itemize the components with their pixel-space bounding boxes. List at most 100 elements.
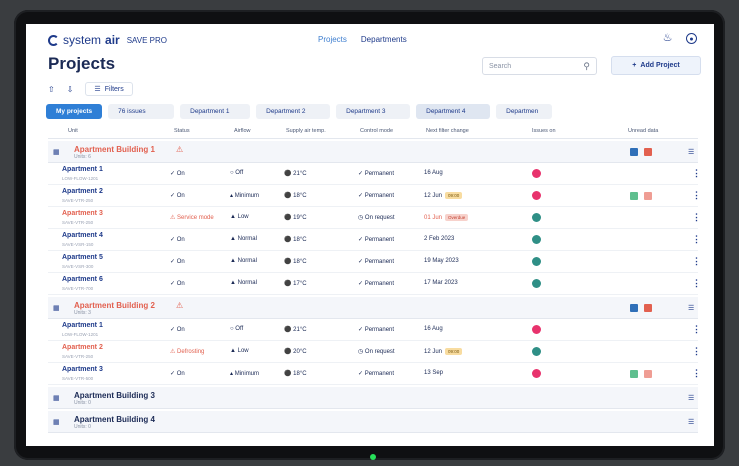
table-row[interactable]: Apartment 6 SAVE-VTR-700 ✓ On ▲ Normal ⚫… [48,273,701,295]
issue-dot[interactable] [532,325,541,334]
issue-dot[interactable] [532,235,541,244]
user-avatar-icon[interactable]: ● [686,33,697,44]
unit-model: LOW-FLOW-1201 [62,176,99,181]
unit-name[interactable]: Apartment 3 [62,210,103,217]
export-icon[interactable]: ⇧ [48,85,55,94]
issue-dot[interactable] [532,191,541,200]
col-status[interactable]: Status [174,128,190,134]
airflow-cell: ○ Off [230,170,244,176]
unit-name[interactable]: Apartment 2 [62,344,103,351]
row-menu-icon[interactable]: ⋮ [692,168,701,179]
temp-text: 20°C [293,349,307,355]
bell-icon[interactable]: ♨ [662,33,673,44]
airflow-text: Minimum [234,193,260,199]
unit-name[interactable]: Apartment 6 [62,276,103,283]
table-row[interactable]: Apartment 2 SAVE-VTR-250 ⚠ Defrosting ▲ … [48,341,701,363]
brand-name: air [105,33,120,47]
group-row[interactable]: ▦ Apartment Building 4 Units: 0 ☰ [48,411,698,433]
row-menu-icon[interactable]: ⋮ [692,346,701,357]
tab-department-1[interactable]: Department 1 [180,104,251,119]
row-menu-icon[interactable]: ⋮ [692,368,701,379]
mode-text: Permanent [364,237,395,243]
issue-dot[interactable] [532,169,541,178]
airflow-cell: ▲ Low [230,214,249,220]
tab-department-4[interactable]: Department 4 [416,104,491,119]
airflow-cell: ▴ Minimum [230,371,260,377]
tab-department-3[interactable]: Department 3 [336,104,411,119]
row-menu-icon[interactable]: ⋮ [692,278,701,289]
unit-model: SAVE-VSR-150 [62,242,94,247]
mode-cell: ✓ Permanent [358,259,395,265]
table-row[interactable]: Apartment 4 SAVE-VSR-150 ✓ On ▲ Normal ⚫… [48,229,701,251]
unit-name[interactable]: Apartment 5 [62,254,103,261]
airflow-text: Low [237,214,249,220]
row-menu-icon[interactable]: ⋮ [692,324,701,335]
group-menu-icon[interactable]: ☰ [688,304,694,312]
nav-departments[interactable]: Departments [361,35,407,44]
table-row[interactable]: Apartment 2 SAVE-VTR-250 ✓ On ▴ Minimum … [48,185,701,207]
col-issues[interactable]: Issues on [532,128,556,134]
row-menu-icon[interactable]: ⋮ [692,234,701,245]
filter-icon: ☰ [94,86,101,93]
col-supply-temp[interactable]: Supply air temp. [286,128,326,134]
unread-green-icon [630,192,638,200]
add-project-button[interactable]: + Add Project [611,56,701,75]
temp-text: 19°C [293,215,307,221]
filter-cell: 2 Feb 2023 [424,236,454,242]
temp-cell: ⚫ 20°C [284,348,307,355]
nav-projects[interactable]: Projects [318,35,347,44]
status-text: On [176,327,185,333]
col-unread-data[interactable]: Unread data [628,128,658,134]
table-row[interactable]: Apartment 1 LOW-FLOW-1201 ✓ On ○ Off ⚫ 2… [48,163,701,185]
row-menu-icon[interactable]: ⋮ [692,212,701,223]
table-row[interactable]: Apartment 3 SAVE-VTR-500 ✓ On ▴ Minimum … [48,363,701,385]
col-airflow[interactable]: Airflow [234,128,251,134]
issue-dot[interactable] [532,213,541,222]
filter-cell: 01 Jun Overdue [424,214,469,221]
tab-my-projects[interactable]: My projects [46,104,103,119]
unit-name[interactable]: Apartment 1 [62,166,103,173]
status-text: Defrosting [177,349,205,355]
row-menu-icon[interactable]: ⋮ [692,190,701,201]
filters-button[interactable]: ☰ Filters [85,82,133,96]
table-row[interactable]: Apartment 5 SAVE-VSR-300 ✓ On ▲ Normal ⚫… [48,251,701,273]
mode-text: On request [364,349,395,355]
tab-department-2[interactable]: Department 2 [256,104,331,119]
thermometer-icon: ⚫ [284,371,292,377]
row-menu-icon[interactable]: ⋮ [692,256,701,267]
group-sub: Units: 6 [74,154,91,160]
mode-text: On request [364,215,395,221]
table-row[interactable]: Apartment 1 LOW-FLOW-1201 ✓ On ○ Off ⚫ 2… [48,319,701,341]
group-menu-icon[interactable]: ☰ [688,418,694,426]
col-control-mode[interactable]: Control mode [360,128,393,134]
unit-model: SAVE-VSR-300 [62,264,94,269]
group-menu-icon[interactable]: ☰ [688,148,694,156]
filter-cell: 17 Mar 2023 [424,280,458,286]
group-menu-icon[interactable]: ☰ [688,394,694,402]
issue-dot[interactable] [532,369,541,378]
col-next-filter[interactable]: Next filter change [426,128,469,134]
unit-name[interactable]: Apartment 3 [62,366,103,373]
table-row[interactable]: Apartment 3 SAVE-VTR-250 ⚠ Service mode … [48,207,701,229]
tab-issues[interactable]: 76 issues [108,104,175,119]
import-icon[interactable]: ⇩ [67,85,74,94]
airflow-cell: ▲ Normal [230,236,257,242]
unit-name[interactable]: Apartment 1 [62,322,103,329]
unit-name[interactable]: Apartment 4 [62,232,103,239]
thermometer-icon: ⚫ [284,215,292,221]
issue-dot[interactable] [532,257,541,266]
issue-dot[interactable] [532,347,541,356]
filter-text: 16 Aug [424,326,443,332]
filter-time-badge: 09:00 [445,192,463,199]
group-row[interactable]: ▦ Apartment Building 3 Units: 0 ☰ [48,387,698,409]
group-row[interactable]: ▦ Apartment Building 1 Units: 6 ⚠ ☰ [48,141,698,163]
search-input[interactable]: Search ⚲ [482,57,597,75]
col-unit[interactable]: Unit [68,128,78,134]
tab-department-5[interactable]: Departmen [496,104,553,119]
unread-green-icon [630,370,638,378]
group-row[interactable]: ▦ Apartment Building 2 Units: 3 ⚠ ☰ [48,297,698,319]
airflow-text: Minimum [234,371,260,377]
unit-name[interactable]: Apartment 2 [62,188,103,195]
issue-dot[interactable] [532,279,541,288]
temp-text: 17°C [293,281,307,287]
